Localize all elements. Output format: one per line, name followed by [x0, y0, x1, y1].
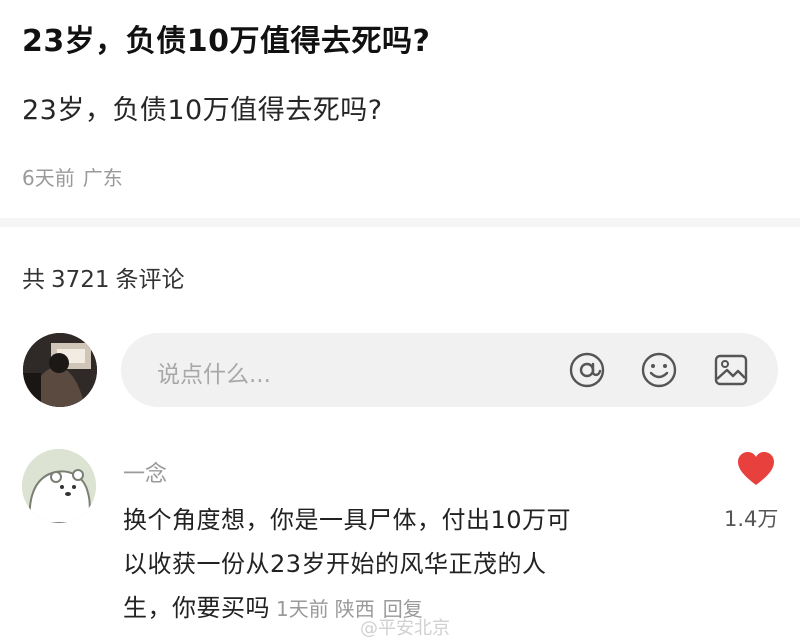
comment-input-placeholder: 说点什么... [157, 362, 271, 388]
comment-time: 1天前 [276, 597, 329, 621]
post-location: 广东 [82, 166, 123, 190]
like-count: 1.4万 [724, 507, 779, 531]
comment-count-suffix: 条评论 [115, 267, 185, 293]
current-user-avatar[interactable] [23, 333, 97, 407]
post-body: 23岁，负债10万值得去死吗? [22, 95, 383, 126]
comment-text-line: 以收获一份从23岁开始的风华正茂的人 [123, 550, 547, 578]
post-time: 6天前 [22, 166, 75, 190]
at-icon[interactable] [566, 349, 608, 391]
comment-count: 共 3721 条评论 [22, 260, 185, 294]
comment-text: 换个角度想，你是一具尸体，付出10万可 以收获一份从23岁开始的风华正茂的人 生… [123, 498, 683, 631]
comment-text-line: 换个角度想，你是一具尸体，付出10万可 [123, 506, 572, 534]
post-meta: 6天前 广东 [22, 162, 123, 191]
comment-author[interactable]: 一念 [123, 456, 167, 488]
section-divider [0, 218, 800, 227]
comment-count-number: 3721 [51, 267, 110, 293]
comment-text-line-end: 生，你要买吗 [123, 594, 270, 622]
post-title: 23岁，负债10万值得去死吗? [22, 24, 431, 59]
comment-input[interactable]: 说点什么... [121, 333, 778, 407]
bear-avatar-image [22, 449, 96, 523]
emoji-icon[interactable] [638, 349, 680, 391]
watermark: @平安北京 [360, 618, 450, 639]
image-icon[interactable] [710, 349, 752, 391]
heart-icon[interactable] [736, 451, 776, 487]
current-user-avatar-image [23, 333, 97, 407]
comment-count-prefix: 共 [22, 267, 45, 293]
commenter-avatar[interactable] [22, 449, 96, 523]
